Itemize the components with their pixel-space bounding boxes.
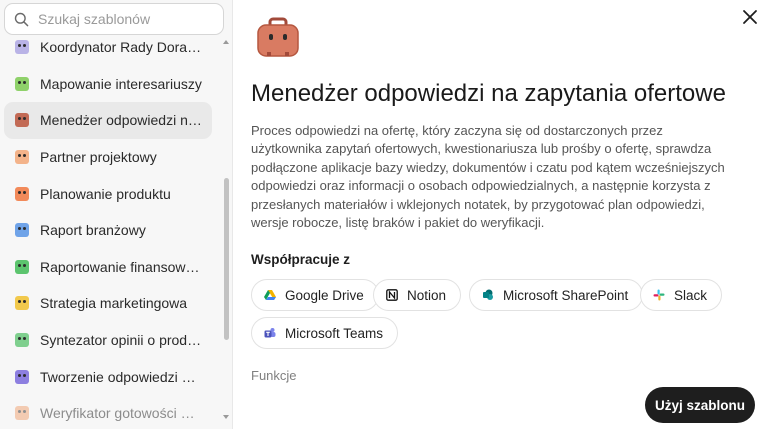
google-drive-icon bbox=[264, 289, 276, 301]
sidebar-item-label: Syntezator opinii o produk... bbox=[40, 332, 202, 349]
scroll-down-arrow-icon[interactable] bbox=[222, 413, 230, 421]
sidebar-item[interactable]: Tworzenie odpowiedzi do a... bbox=[4, 358, 212, 395]
template-face-icon bbox=[15, 150, 29, 165]
sidebar-item-label: Partner projektowy bbox=[40, 149, 157, 166]
chip-slack[interactable]: Slack bbox=[640, 279, 723, 311]
template-face-icon bbox=[15, 296, 29, 311]
sidebar-item[interactable]: Raportowanie finansowe n... bbox=[4, 249, 212, 286]
template-description: Proces odpowiedzi na ofertę, który zaczy… bbox=[251, 123, 725, 231]
chip-notion[interactable]: Notion bbox=[373, 279, 462, 311]
sharepoint-icon bbox=[482, 289, 494, 301]
sidebar-item[interactable]: Partner projektowy bbox=[4, 139, 212, 176]
sidebar-item[interactable]: Syntezator opinii o produk... bbox=[4, 322, 212, 359]
chip-label: Notion bbox=[407, 287, 447, 303]
search-input[interactable] bbox=[38, 11, 208, 27]
sidebar-item-label: Planowanie produktu bbox=[40, 185, 171, 202]
template-sidebar: Koordynator Rady Doradcz... Mapowanie int… bbox=[0, 0, 233, 429]
template-face-icon bbox=[15, 369, 29, 384]
template-face-icon bbox=[15, 406, 29, 421]
template-face-icon bbox=[15, 76, 29, 91]
template-face-icon bbox=[15, 333, 29, 348]
sidebar-item-label: Raport branżowy bbox=[40, 222, 146, 239]
template-title: Menedżer odpowiedzi na zapytania ofertow… bbox=[251, 80, 726, 107]
sidebar-item[interactable]: Strategia marketingowa bbox=[4, 285, 212, 322]
features-heading: Funkcje bbox=[251, 368, 297, 383]
sidebar-item-label: Menedżer odpowiedzi na z... bbox=[40, 112, 202, 129]
sidebar-item[interactable]: Menedżer odpowiedzi na z... bbox=[4, 102, 212, 139]
template-face-icon bbox=[15, 186, 29, 201]
sidebar-item[interactable]: Koordynator Rady Doradcz... bbox=[4, 29, 212, 66]
chip-google-drive[interactable]: Google Drive bbox=[251, 279, 379, 311]
template-list: Koordynator Rady Doradcz... Mapowanie int… bbox=[4, 29, 212, 429]
template-face-icon bbox=[15, 40, 29, 55]
notion-icon bbox=[386, 289, 398, 301]
chip-label: Slack bbox=[674, 287, 708, 303]
scroll-up-arrow-icon[interactable] bbox=[222, 38, 230, 46]
sidebar-item-label: Strategia marketingowa bbox=[40, 295, 188, 312]
template-face-icon bbox=[15, 113, 29, 128]
sidebar-item[interactable]: Weryfikator gotowości do ... bbox=[4, 395, 212, 429]
template-dialog: Koordynator Rady Doradcz... Mapowanie int… bbox=[0, 0, 768, 429]
briefcase-icon bbox=[257, 17, 299, 57]
template-face-icon bbox=[15, 223, 29, 238]
slack-icon bbox=[653, 289, 665, 301]
sidebar-item-label: Mapowanie interesariuszy bbox=[40, 75, 202, 92]
sidebar-item-label: Raportowanie finansowe n... bbox=[40, 258, 202, 275]
chip-label: Microsoft Teams bbox=[285, 325, 384, 341]
chip-label: Google Drive bbox=[285, 287, 364, 303]
sidebar-item[interactable]: Planowanie produktu bbox=[4, 175, 212, 212]
chip-label: Microsoft SharePoint bbox=[503, 287, 629, 303]
chip-microsoft-teams[interactable]: Microsoft Teams bbox=[251, 317, 399, 349]
collaborators-heading: Współpracuje z bbox=[251, 252, 351, 267]
teams-icon bbox=[264, 327, 276, 339]
sidebar-item-label: Tworzenie odpowiedzi do a... bbox=[40, 368, 202, 385]
use-template-button[interactable]: Użyj szablonu bbox=[645, 387, 755, 423]
search-icon bbox=[14, 12, 29, 27]
template-detail: Menedżer odpowiedzi na zapytania ofertow… bbox=[233, 0, 768, 429]
close-icon[interactable] bbox=[741, 8, 759, 26]
sidebar-item[interactable]: Mapowanie interesariuszy bbox=[4, 66, 212, 103]
chip-microsoft-sharepoint[interactable]: Microsoft SharePoint bbox=[469, 279, 644, 311]
template-face-icon bbox=[15, 259, 29, 274]
sidebar-item-label: Koordynator Rady Doradcz... bbox=[40, 39, 202, 56]
sidebar-scrollbar-thumb[interactable] bbox=[224, 178, 229, 340]
sidebar-item-label: Weryfikator gotowości do ... bbox=[40, 405, 202, 422]
sidebar-item[interactable]: Raport branżowy bbox=[4, 212, 212, 249]
